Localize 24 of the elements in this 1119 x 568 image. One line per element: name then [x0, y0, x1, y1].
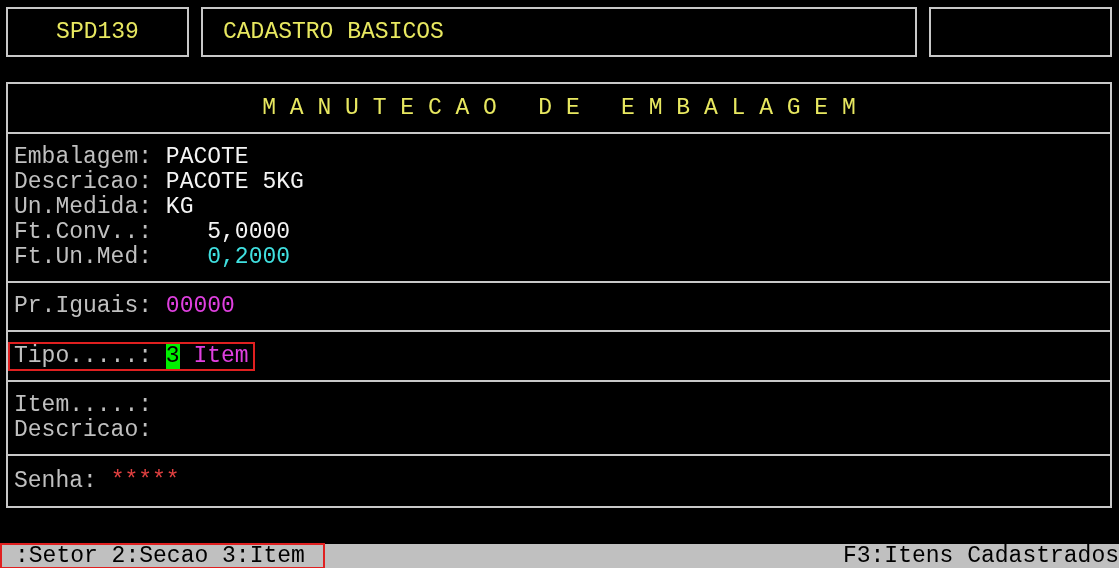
cursor-field[interactable]: 3: [165, 343, 180, 369]
field-label: Pr.Iguais:: [14, 293, 153, 319]
program-code: SPD139: [6, 7, 189, 57]
field-value: PACOTE 5KG: [165, 169, 304, 195]
field-label: Item.....:: [14, 392, 153, 418]
field-label: Descricao:: [14, 417, 153, 443]
field-label: Ft.Conv..:: [14, 219, 153, 245]
field-value: 00000: [165, 293, 235, 319]
field-label: Ft.Un.Med:: [14, 244, 153, 270]
field-value: KG: [165, 194, 194, 220]
field-value: 5,0000: [207, 219, 291, 245]
field-label: Tipo.....:: [14, 343, 153, 369]
field-value: PACOTE: [165, 144, 249, 170]
module-title: CADASTRO BASICOS: [201, 7, 917, 57]
field-label: Embalagem:: [14, 144, 153, 170]
field-label: Senha:: [14, 468, 97, 494]
field-label: Descricao:: [14, 169, 153, 195]
field-value: *****: [110, 468, 180, 494]
field-label: Un.Medida:: [14, 194, 153, 220]
key-hints: :Setor 2:Secao 3:Item: [2, 545, 323, 567]
function-key-hint: F3:Itens Cadastrados: [842, 544, 1119, 568]
field-value: 0,2000: [207, 244, 291, 270]
panel-title: M A N U T E C A O D E E M B A L A G E M: [8, 84, 1110, 134]
field-value: Item: [193, 343, 249, 369]
